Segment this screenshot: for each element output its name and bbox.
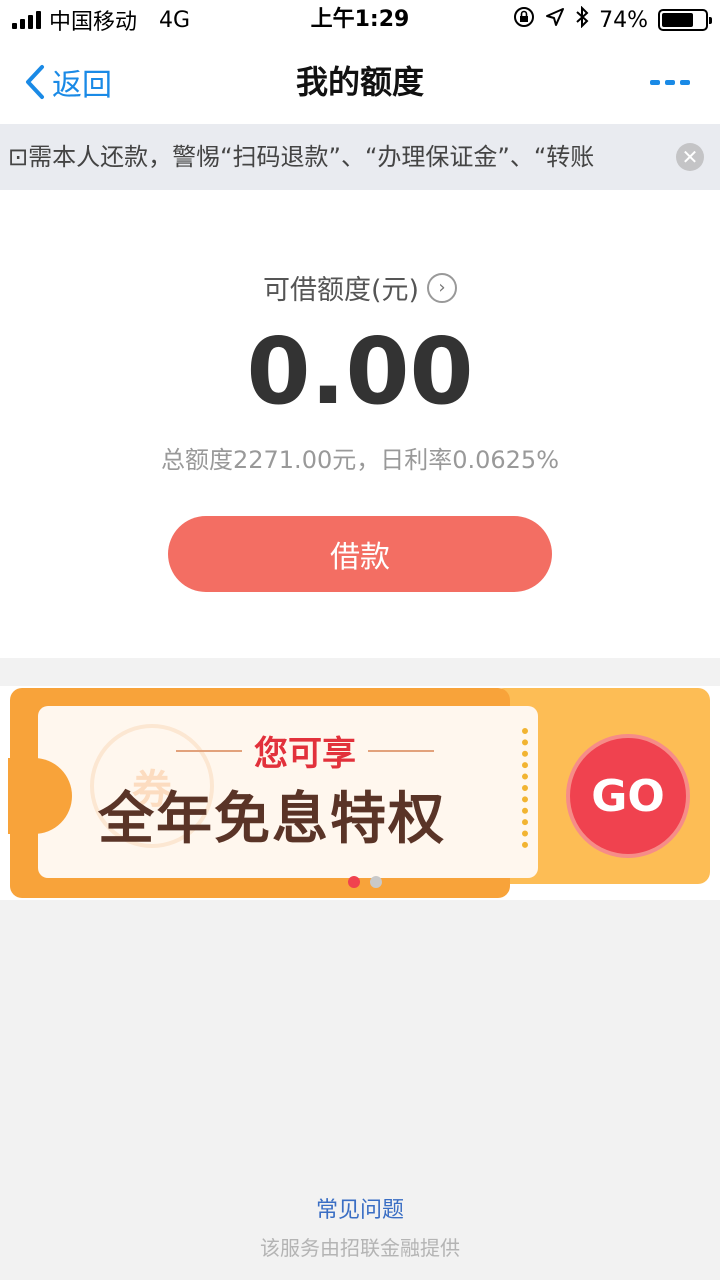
perforation-line (522, 728, 528, 848)
bluetooth-icon (575, 5, 589, 34)
ticket-body: 券 您可享 全年免息特权 (8, 688, 538, 898)
battery-fill (662, 13, 694, 27)
more-dot-icon (680, 79, 690, 85)
banner-pagination (348, 876, 382, 888)
quota-card: 可借额度(元) › 0.00 总额度2271.00元，日利率0.0625% 借款 (0, 190, 720, 658)
more-dot-icon (650, 79, 660, 85)
orientation-lock-icon (513, 6, 535, 34)
quota-amount: 0.00 (246, 318, 474, 425)
faq-link[interactable]: 常见问题 (0, 1192, 720, 1224)
nav-bar: 返回 我的额度 (0, 40, 720, 124)
chevron-right-icon[interactable]: › (427, 272, 458, 303)
location-icon (545, 7, 565, 33)
banner-subtitle-row: 您可享 (160, 726, 450, 775)
notice-text: ⊡需本人还款，警惕“扫码退款”、“办理保证金”、“转账 (8, 143, 595, 171)
page-title: 我的额度 (295, 63, 424, 101)
notice-bar: ⊡需本人还款，警惕“扫码退款”、“办理保证金”、“转账 ✕ (0, 124, 720, 190)
divider-line (368, 749, 434, 752)
more-dot-icon (665, 79, 675, 85)
borrow-button[interactable]: 借款 (168, 516, 552, 592)
divider-line (176, 749, 242, 752)
quota-label-row: 可借额度(元) › (0, 268, 720, 307)
battery-icon (658, 9, 712, 31)
quota-description: 总额度2271.00元，日利率0.0625% (160, 446, 560, 474)
close-icon[interactable]: ✕ (676, 143, 704, 171)
pagination-dot-active[interactable] (348, 876, 360, 888)
quota-label: 可借额度(元) (262, 275, 420, 306)
go-button[interactable]: GO (566, 734, 690, 858)
status-bar: 中国移动 4G 上午1:29 74% (0, 0, 720, 40)
banner-subtitle: 您可享 (254, 734, 356, 774)
battery-percent: 74% (599, 7, 648, 33)
pagination-dot[interactable] (370, 876, 382, 888)
more-options-button[interactable] (650, 68, 690, 96)
status-right: 74% (513, 0, 712, 40)
banner-headline: 全年免息特权 (98, 787, 446, 852)
provider-text: 该服务由招联金融提供 (260, 1236, 460, 1260)
